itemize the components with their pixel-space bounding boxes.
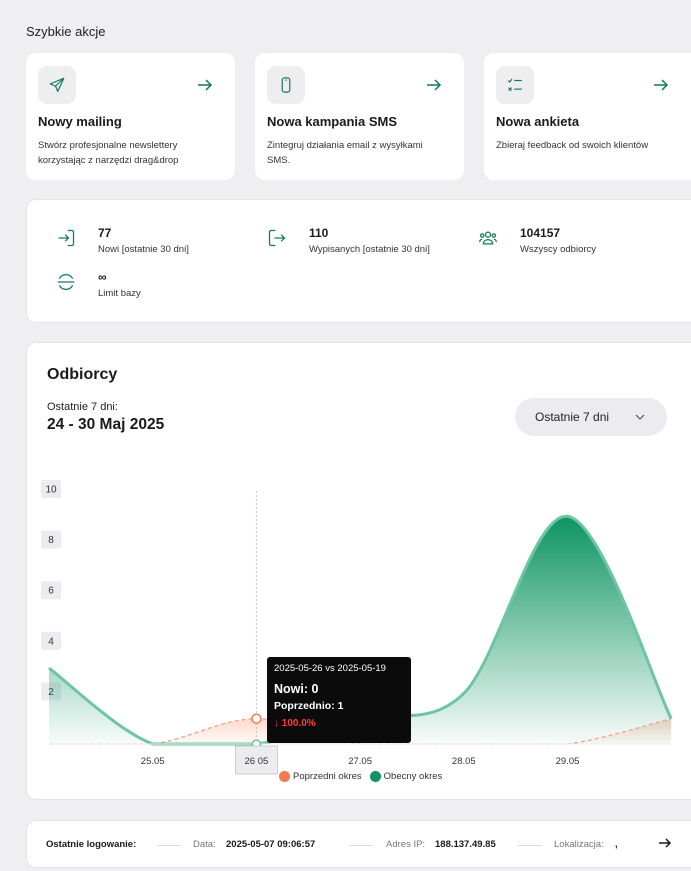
stat-label: Wszyscy odbiorcy	[520, 244, 597, 255]
quick-action-new-mailing[interactable]: Nowy mailing Stwórz profesjonalne newsle…	[26, 53, 235, 180]
y-tick-label: 4	[41, 631, 61, 650]
paper-plane-icon	[38, 66, 76, 104]
stat-label: Nowi [ostatnie 30 dni]	[98, 244, 189, 255]
svg-text:8: 8	[48, 535, 54, 546]
x-tick-label-active: 26 05	[234, 745, 278, 775]
tooltip-change: ↓ 100.0%	[274, 718, 316, 729]
quick-actions-title: Szybkie akcje	[26, 24, 106, 39]
sign-out-icon	[267, 228, 287, 253]
stat-label: Limit bazy	[98, 288, 141, 299]
svg-text:6: 6	[48, 586, 54, 597]
arrow-right-icon[interactable]	[658, 837, 672, 852]
database-limit-icon	[56, 272, 76, 297]
x-tick-label: 29.05	[556, 756, 580, 767]
y-tick-label: 10	[41, 480, 61, 498]
legend-label: Obecny okres	[383, 771, 443, 782]
previous-period-active-point[interactable]	[251, 713, 262, 724]
separator	[157, 845, 181, 846]
y-tick-label: 6	[41, 581, 61, 600]
quick-action-description: Stwórz profesjonalne newslettery korzyst…	[38, 140, 179, 166]
svg-text:10: 10	[45, 485, 57, 496]
last-login-ip-label: Adres IP:	[386, 839, 426, 850]
quick-action-description: Zintegruj działania email z wysyłkami SM…	[267, 140, 423, 166]
mobile-phone-icon	[267, 66, 305, 104]
last-login-location-label: Lokalizacja:	[554, 839, 604, 850]
tooltip-main-value: Nowi: 0	[274, 682, 319, 696]
chart-legend: Poprzedni okres Obecny okres	[279, 771, 442, 782]
svg-text:26 05: 26 05	[245, 756, 269, 767]
legend-dot-current	[369, 771, 381, 782]
separator	[518, 845, 542, 846]
arrow-right-icon	[197, 78, 213, 96]
arrow-right-icon	[653, 78, 669, 96]
recipients-chart-card: Odbiorcy Ostatnie 7 dni: 24 - 30 Maj 202…	[26, 342, 691, 800]
recipients-stats-card: 77 Nowi [ostatnie 30 dni] 110 Wypisanych…	[26, 199, 691, 323]
quick-action-title: Nowa kampania SMS	[267, 114, 398, 129]
checklist-icon	[496, 66, 534, 104]
stat-value: 77	[98, 226, 112, 240]
legend-item-current[interactable]: Obecny okres	[369, 771, 443, 782]
legend-item-previous[interactable]: Poprzedni okres	[279, 771, 362, 782]
svg-text:4: 4	[48, 636, 54, 647]
x-tick-label: 27.05	[348, 756, 372, 767]
last-login-bar: Ostatnie logowanie: Data: 2025-05-07 09:…	[26, 820, 691, 868]
separator	[349, 845, 373, 846]
last-login-location-value: ,	[615, 839, 618, 850]
x-tick-label: 28.05	[452, 756, 476, 767]
last-login-ip-value: 188.137.49.85	[435, 839, 496, 850]
quick-action-title: Nowy mailing	[38, 114, 122, 129]
legend-dot-previous	[279, 771, 290, 782]
legend-label: Poprzedni okres	[293, 771, 362, 782]
last-login-title: Ostatnie logowanie:	[46, 839, 137, 850]
quick-action-title: Nowa ankieta	[496, 114, 580, 129]
stat-value: 110	[309, 226, 329, 240]
quick-action-description: Zbieraj feedback od swoich klientów	[496, 140, 649, 151]
chart-tooltip: 2025-05-26 vs 2025-05-19 Nowi: 0 Poprzed…	[267, 657, 411, 743]
y-tick-label: 8	[41, 530, 61, 549]
sign-in-icon	[56, 228, 76, 253]
stat-label: Wypisanych [ostatnie 30 dni]	[309, 244, 430, 255]
users-group-icon	[478, 228, 498, 253]
tooltip-header: 2025-05-26 vs 2025-05-19	[274, 663, 386, 674]
arrow-right-icon	[426, 78, 442, 96]
stat-value: ∞	[98, 270, 107, 284]
last-login-date-value: 2025-05-07 09:06:57	[226, 839, 316, 850]
tooltip-previous-value: Poprzednio: 1	[274, 700, 344, 712]
stat-value: 104157	[520, 226, 561, 240]
last-login-date-label: Data:	[193, 839, 216, 850]
x-tick-label: 25.05	[141, 756, 165, 767]
quick-action-new-survey[interactable]: Nowa ankieta Zbieraj feedback od swoich …	[484, 53, 691, 180]
quick-action-new-sms-campaign[interactable]: Nowa kampania SMS Zintegruj działania em…	[255, 53, 464, 180]
